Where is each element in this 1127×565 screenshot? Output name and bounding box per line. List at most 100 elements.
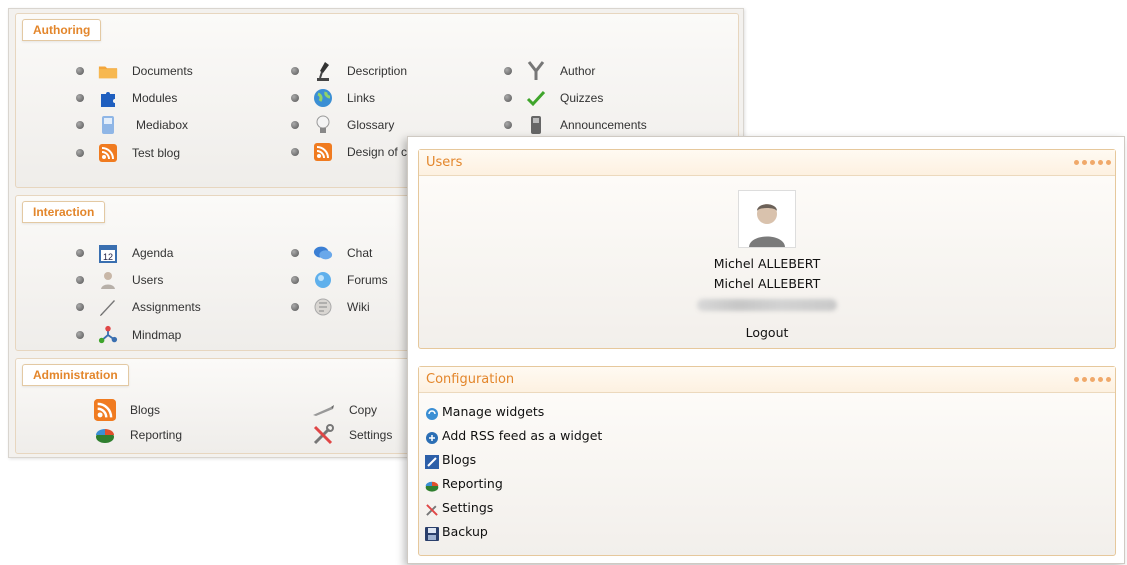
bullet-icon (291, 94, 299, 102)
pie-chart-icon (94, 424, 116, 446)
settings-icon[interactable] (1098, 377, 1103, 382)
config-item-label: Reporting (442, 475, 503, 491)
tool-wiki[interactable]: Wiki (291, 296, 370, 318)
user-firstname: Michel ALLEBERT (713, 256, 821, 271)
tool-label: Copy (349, 403, 378, 417)
bullet-icon (504, 67, 512, 75)
settings-icon[interactable] (1098, 160, 1103, 165)
tool-author[interactable]: Author (504, 60, 595, 82)
tool-glossary[interactable]: Glossary (291, 114, 394, 136)
globe-icon (313, 88, 333, 108)
bullet-icon (76, 121, 84, 129)
blog-icon (425, 455, 439, 469)
tool-copy[interactable]: Copy (311, 397, 377, 423)
pie-chart-icon (425, 479, 439, 493)
user-silhouette-icon (749, 204, 785, 247)
avatar (738, 190, 796, 248)
tool-chat[interactable]: Chat (291, 242, 372, 264)
tool-label: Wiki (347, 300, 370, 314)
tool-label: Announcements (560, 118, 647, 132)
mediabox-icon (98, 115, 118, 135)
bullet-icon (291, 67, 299, 75)
tool-modules[interactable]: Modules (76, 87, 177, 109)
config-reporting[interactable]: Reporting (425, 471, 1115, 495)
config-manage-widgets[interactable]: Manage widgets (425, 399, 1115, 423)
tool-label: Description (347, 64, 408, 78)
bullet-icon (76, 67, 84, 75)
user-info: Michel ALLEBERT Michel ALLEBERT Logout (419, 190, 1115, 340)
author-icon (526, 61, 546, 81)
tool-test-blog[interactable]: Test blog (76, 142, 180, 164)
config-settings[interactable]: Settings (425, 495, 1115, 519)
bullet-icon (291, 249, 299, 257)
refresh-icon[interactable] (1082, 160, 1087, 165)
tool-label: Blogs (130, 403, 161, 417)
config-blogs[interactable]: Blogs (425, 447, 1115, 471)
tool-description[interactable]: Description (291, 60, 407, 82)
calendar-day: 12 (103, 252, 113, 262)
tool-agenda[interactable]: 12 Agenda (76, 242, 173, 264)
tool-links[interactable]: Links (291, 87, 375, 109)
bullet-icon (291, 148, 299, 156)
config-add-rss-feed[interactable]: Add RSS feed as a widget (425, 423, 1115, 447)
minimize-icon[interactable] (1106, 160, 1111, 165)
config-item-label: Backup (442, 523, 488, 539)
wiki-icon (313, 297, 333, 317)
minimize-icon[interactable] (1106, 377, 1111, 382)
tool-reporting[interactable]: Reporting (94, 422, 182, 448)
tools-icon (425, 503, 439, 517)
users-widget-header[interactable]: Users (419, 150, 1115, 176)
tool-label: Chat (347, 246, 373, 260)
logout-link[interactable]: Logout (419, 325, 1115, 340)
checkmark-icon (526, 88, 546, 108)
tool-announcements[interactable]: Announcements (504, 114, 647, 136)
tool-users[interactable]: Users (76, 269, 163, 291)
forum-icon (313, 270, 333, 290)
tool-documents[interactable]: Documents (76, 60, 193, 82)
config-backup[interactable]: Backup (425, 519, 1115, 543)
copy-icon (311, 400, 335, 420)
bullet-icon (291, 121, 299, 129)
tool-label: Documents (132, 64, 193, 78)
widget-controls (1074, 160, 1111, 165)
tool-quizzes[interactable]: Quizzes (504, 87, 603, 109)
tool-label: Forums (347, 273, 388, 287)
puzzle-icon (98, 88, 118, 108)
bullet-icon (76, 94, 84, 102)
tool-label: Modules (132, 91, 178, 105)
tools-icon (311, 424, 335, 445)
tool-label: Mindmap (132, 328, 182, 342)
tool-mediabox[interactable]: Mediabox (76, 114, 188, 136)
bullet-icon (76, 303, 84, 311)
homepage-widgets-window: Users Michel ALLEBERT Michel ALLEBERT Lo… (407, 136, 1125, 564)
refresh-icon (425, 407, 439, 421)
rss-add-icon (425, 431, 439, 445)
tool-forums[interactable]: Forums (291, 269, 388, 291)
config-item-label: Settings (442, 499, 494, 515)
interaction-section-title: Interaction (22, 201, 106, 223)
tool-label: Test blog (132, 146, 181, 160)
tool-label: Links (347, 91, 376, 105)
config-item-label: Add RSS feed as a widget (442, 427, 603, 443)
bullet-icon (504, 94, 512, 102)
tool-label: Settings (349, 428, 393, 442)
widget-controls (1074, 377, 1111, 382)
refresh-icon[interactable] (1082, 377, 1087, 382)
expand-icon[interactable] (1090, 160, 1095, 165)
rss-icon (94, 399, 116, 421)
help-icon[interactable] (1074, 160, 1079, 165)
tool-label: Users (132, 273, 164, 287)
tool-assignments[interactable]: Assignments (76, 296, 201, 318)
configuration-widget-title: Configuration (426, 372, 515, 387)
expand-icon[interactable] (1090, 377, 1095, 382)
help-icon[interactable] (1074, 377, 1079, 382)
tool-blogs[interactable]: Blogs (94, 397, 160, 423)
configuration-widget: Configuration Manage widgets Add RSS fee… (418, 366, 1116, 556)
tool-mindmap[interactable]: Mindmap (76, 324, 181, 346)
bullet-icon (291, 276, 299, 284)
bullet-icon (504, 121, 512, 129)
tool-label: Author (560, 64, 596, 78)
configuration-widget-header[interactable]: Configuration (419, 367, 1115, 393)
tool-settings[interactable]: Settings (311, 422, 392, 448)
administration-section-title: Administration (22, 364, 129, 386)
